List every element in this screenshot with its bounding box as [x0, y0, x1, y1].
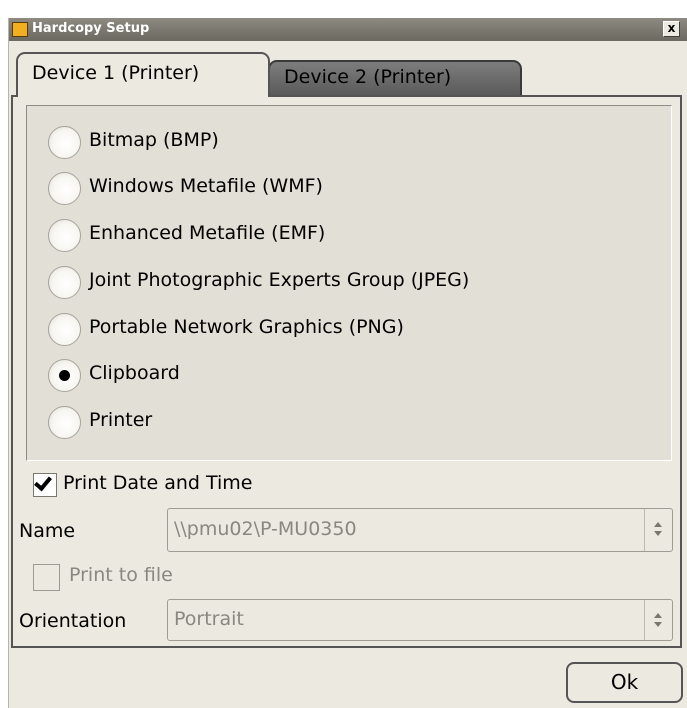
radio-button[interactable] — [48, 126, 81, 159]
format-option-label: Bitmap (BMP) — [89, 129, 219, 151]
radio-button[interactable] — [48, 172, 81, 205]
print-to-file-checkbox[interactable] — [33, 564, 60, 591]
print-date-time-checkbox[interactable] — [33, 472, 57, 497]
ok-button[interactable]: Ok — [566, 662, 683, 703]
format-option-label: Clipboard — [89, 362, 180, 384]
orientation-label: Orientation — [19, 610, 127, 632]
close-button[interactable]: x — [663, 21, 680, 37]
hardcopy-setup-dialog: Hardcopy Setup x Device 1 (Printer) Devi… — [8, 18, 687, 708]
name-label: Name — [19, 520, 76, 542]
radio-button[interactable] — [48, 406, 81, 439]
radio-button[interactable] — [48, 266, 81, 299]
radio-button[interactable] — [48, 313, 81, 346]
format-option-label: Joint Photographic Experts Group (JPEG) — [89, 269, 470, 291]
format-radio-group: Bitmap (BMP) Windows Metafile (WMF) Enha… — [26, 105, 672, 461]
radio-selected-dot — [59, 370, 70, 381]
orientation-select[interactable]: Portrait — [167, 599, 673, 641]
print-date-time-label: Print Date and Time — [63, 472, 253, 494]
orientation-value: Portrait — [174, 608, 244, 630]
checkmark-icon — [34, 472, 52, 492]
title-bar[interactable]: Hardcopy Setup x — [9, 18, 687, 41]
dialog-title: Hardcopy Setup — [32, 21, 150, 36]
print-to-file-label: Print to file — [69, 564, 173, 586]
tab-device-2[interactable]: Device 2 (Printer) — [268, 60, 522, 97]
format-option-label: Windows Metafile (WMF) — [89, 175, 323, 197]
spin-arrows-icon[interactable] — [644, 600, 672, 640]
format-option-label: Enhanced Metafile (EMF) — [89, 222, 326, 244]
printer-name-value: \\pmu02\P-MU0350 — [174, 518, 357, 540]
format-option-label: Portable Network Graphics (PNG) — [89, 316, 404, 338]
spin-arrows-icon[interactable] — [644, 509, 672, 551]
tab-device-1[interactable]: Device 1 (Printer) — [16, 52, 270, 97]
radio-button[interactable] — [48, 219, 81, 252]
printer-name-select[interactable]: \\pmu02\P-MU0350 — [167, 508, 673, 552]
format-option-label: Printer — [89, 409, 153, 431]
radio-button-selected[interactable] — [48, 359, 81, 392]
oscilloscope-icon — [12, 22, 28, 37]
